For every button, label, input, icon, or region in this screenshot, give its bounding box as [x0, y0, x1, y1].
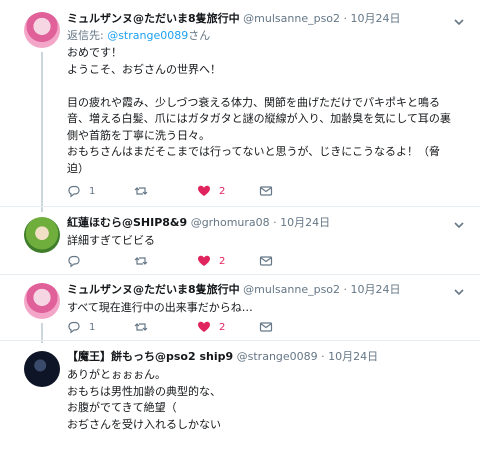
like-button[interactable]: 2 [197, 320, 225, 334]
reply-count: 1 [89, 321, 96, 333]
retweet-button[interactable] [134, 254, 156, 268]
chevron-down-icon[interactable] [452, 14, 466, 28]
envelope-icon [259, 256, 273, 266]
tweet-text-line: お腹がでてきて絶望（ [67, 401, 177, 414]
tweet-header: 紅蓮ほむら@SHIP8&9 @grhomura08 · 10月24日 [67, 215, 450, 231]
reply-to-handle[interactable]: @strange0089 [107, 29, 188, 42]
separator: · [317, 350, 329, 363]
display-name[interactable]: ミュルザンヌ@ただいま8隻旅行中 [67, 12, 240, 25]
tweet-text-line: ありがとぉぉぉん。 [67, 368, 166, 381]
tweet-text: すべて現在進行中の出来事だからね… [67, 300, 450, 317]
share-button[interactable] [259, 184, 281, 198]
share-button[interactable] [259, 254, 281, 268]
chevron-down-icon[interactable] [452, 284, 466, 298]
tweet-text: おめです！ ようこそ、おぢさんの世界へ！ 目の疲れや霞み、少しづつ衰える体力、関… [67, 45, 451, 177]
retweet-button[interactable] [134, 184, 156, 198]
tweet-text-line: 詳細すぎてビビる [67, 234, 155, 247]
tweet-1[interactable]: ミュルザンヌ@ただいま8隻旅行中 @mulsanne_pso2 · 10月24日… [0, 0, 480, 212]
display-name[interactable]: 【魔王】餅もっち@pso2 ship9 [67, 350, 233, 363]
separator: · [340, 12, 351, 25]
avatar[interactable] [24, 12, 60, 48]
handle[interactable]: @strange0089 [237, 350, 318, 363]
timestamp[interactable]: 10月24日 [351, 283, 401, 296]
display-name[interactable]: 紅蓮ほむら@SHIP8&9 [67, 216, 187, 229]
avatar[interactable] [24, 283, 60, 319]
tweet-3[interactable]: ミュルザンヌ@ただいま8隻旅行中 @mulsanne_pso2 · 10月24日… [0, 275, 480, 343]
heart-icon [198, 255, 210, 266]
envelope-icon [259, 186, 273, 196]
share-button[interactable] [259, 320, 281, 334]
tweet-text-line: ようこそ、おぢさんの世界へ！ [67, 62, 221, 76]
tweet-4[interactable]: 【魔王】餅もっち@pso2 ship9 @strange0089 · 10月24… [0, 341, 480, 472]
tweet-text-line: 目の疲れや霞み、少しづつ衰える体力、関節を曲げただけでパキポキと鳴る [67, 95, 441, 109]
tweet-text-line: おめです！ [67, 46, 122, 59]
reply-button[interactable]: 1 [67, 184, 95, 198]
like-button[interactable]: 2 [197, 184, 225, 198]
separator: · [340, 283, 351, 296]
chevron-down-icon[interactable] [452, 217, 466, 231]
heart-icon [198, 321, 210, 332]
reply-to-label: 返信先: [67, 29, 108, 42]
tweet-header: ミュルザンヌ@ただいま8隻旅行中 @mulsanne_pso2 · 10月24日 [67, 282, 450, 298]
tweet-text-line: 音、増える白髪、爪にはガタガタと謎の縦線が入り、加齢臭を気にして耳の裏 [67, 112, 451, 125]
tweet-actions: 1 2 [67, 320, 307, 336]
tweet-actions: 2 [67, 254, 307, 270]
reply-button[interactable] [67, 254, 89, 268]
handle[interactable]: @grhomura08 [191, 216, 270, 229]
tweet-text: ありがとぉぉぉん。 おもちは男性加齢の典型的な、 お腹がでてきて絶望（ おぢさん… [67, 367, 450, 433]
avatar[interactable] [24, 217, 60, 253]
retweet-icon [134, 187, 148, 195]
tweet-actions: 1 2 [67, 184, 307, 200]
tweet-text-line: すべて現在進行中の出来事だからね… [67, 301, 253, 314]
handle[interactable]: @mulsanne_pso2 [243, 283, 340, 296]
like-count: 2 [219, 321, 226, 333]
retweet-button[interactable] [134, 320, 156, 334]
like-count: 2 [219, 185, 226, 197]
reply-icon [68, 255, 80, 268]
timestamp[interactable]: 10月24日 [328, 350, 378, 363]
tweet-header: ミュルザンヌ@ただいま8隻旅行中 @mulsanne_pso2 · 10月24日 [67, 11, 450, 27]
tweet-text-line: おぢさんを受け入れるしかない [67, 417, 221, 431]
reply-count: 1 [89, 185, 96, 197]
like-button[interactable]: 2 [197, 254, 225, 268]
retweet-icon [134, 257, 148, 265]
like-count: 2 [219, 255, 226, 267]
thread-line [41, 52, 43, 212]
reply-context: 返信先: @strange0089さん [67, 28, 450, 43]
tweet-text: 詳細すぎてビビる [67, 233, 450, 250]
reply-icon [68, 321, 80, 334]
timestamp[interactable]: 10月24日 [351, 12, 401, 25]
tweet-header: 【魔王】餅もっち@pso2 ship9 @strange0089 · 10月24… [67, 349, 450, 365]
tweet-text-line: おもちさんはまだそこまでは行ってないと思うが、じきにこうなるよ！（脅 [67, 145, 441, 158]
avatar[interactable] [24, 351, 60, 387]
display-name[interactable]: ミュルザンヌ@ただいま8隻旅行中 [67, 283, 240, 296]
handle[interactable]: @mulsanne_pso2 [243, 12, 340, 25]
retweet-icon [134, 323, 148, 331]
reply-button[interactable]: 1 [67, 320, 95, 334]
tweet-text-line: おもちは男性加齢の典型的な、 [67, 384, 221, 398]
tweet-text-line: 迫） [67, 161, 89, 175]
separator: · [269, 216, 281, 229]
tweet-text-line: 側や首筋を丁寧に洗う日々。 [67, 128, 210, 142]
tweet-2[interactable]: 紅蓮ほむら@SHIP8&9 @grhomura08 · 10月24日 詳細すぎて… [0, 207, 480, 275]
reply-to-suffix: さん [188, 29, 211, 42]
heart-icon [198, 185, 210, 196]
tweet-text-line [67, 78, 450, 95]
timestamp[interactable]: 10月24日 [280, 216, 330, 229]
envelope-icon [259, 322, 273, 332]
reply-icon [68, 185, 80, 198]
